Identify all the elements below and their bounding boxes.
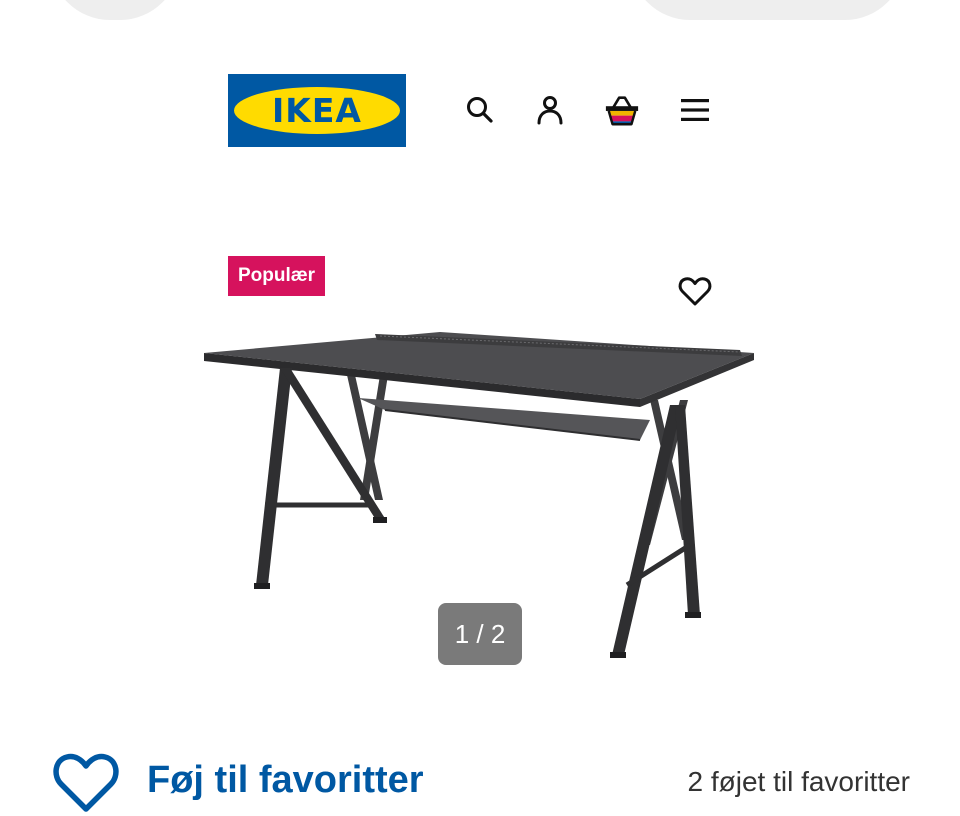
image-counter: 1 / 2 (438, 603, 522, 665)
ikea-logo[interactable]: IKEA ® (228, 74, 406, 147)
site-header: IKEA ® (228, 74, 728, 148)
top-left-background-shape (50, 0, 180, 20)
popular-badge: Populær (228, 256, 326, 296)
basket-icon[interactable] (604, 92, 640, 128)
desk-front-right-leg (612, 405, 682, 655)
logo-registered-mark: ® (386, 91, 393, 99)
search-icon[interactable] (462, 92, 498, 128)
top-right-background-shape (630, 0, 905, 20)
save-favorite-heart-icon[interactable] (677, 273, 713, 309)
product-page: IKEA ® Populær 1 / 2 Føj til favoritter … (0, 0, 960, 816)
user-icon[interactable] (532, 92, 568, 128)
favorite-heart-icon[interactable] (50, 745, 122, 816)
logo-text: IKEA (272, 91, 362, 130)
desk-front-left-leg (256, 368, 292, 585)
product-gallery: Populær 1 / 2 (180, 240, 780, 690)
add-to-favorites-link[interactable]: Føj til favoritter (147, 759, 424, 802)
menu-icon[interactable] (677, 92, 713, 128)
favorites-count-text: 2 føjet til favoritter (687, 766, 910, 797)
favorites-row: Føj til favoritter 2 føjet til favoritte… (50, 745, 920, 816)
desk-cable-tray (358, 398, 650, 440)
